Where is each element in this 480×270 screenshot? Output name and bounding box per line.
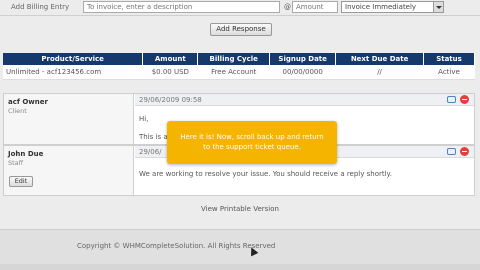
- reply-header: 29/06/2009 09:58: [135, 94, 474, 106]
- callout-line: to the support ticket queue.: [203, 143, 301, 151]
- products-table: Product/Service Amount Billing Cycle Sig…: [3, 53, 475, 80]
- reply-date: 29/06/: [139, 148, 162, 156]
- reply-author-name: acf Owner: [8, 98, 48, 106]
- billing-entry-bar: Add Billing Entry @ Invoice Immediately: [0, 0, 480, 16]
- callout-line: Here it is! Now, scroll back up and retu…: [180, 133, 324, 141]
- reply-line: This is a: [139, 133, 168, 141]
- view-printable-link[interactable]: View Printable Version: [0, 205, 480, 213]
- products-header-row: Product/Service Amount Billing Cycle Sig…: [3, 53, 475, 65]
- reply-author-role: Staff: [8, 159, 24, 167]
- reply-author-panel: acf Owner Client: [4, 94, 134, 144]
- quote-icon[interactable]: [447, 96, 456, 103]
- tutorial-callout: Here it is! Now, scroll back up and retu…: [167, 121, 337, 164]
- header-signup-date: Signup Date: [269, 53, 337, 65]
- header-product: Product/Service: [3, 53, 144, 65]
- cell-next-due-date: //: [335, 65, 424, 80]
- edit-button[interactable]: Edit: [9, 176, 33, 187]
- reply-line: We are working to resolve your issue. Yo…: [139, 170, 392, 178]
- delete-icon[interactable]: [460, 147, 469, 156]
- invoice-option-select[interactable]: Invoice Immediately: [341, 1, 444, 13]
- table-row[interactable]: Unlimited - acf123456.com $0.00 USD Free…: [3, 65, 475, 80]
- add-response-button[interactable]: Add Response: [210, 23, 272, 36]
- quote-icon[interactable]: [447, 148, 456, 155]
- invoice-option-value: Invoice Immediately: [345, 3, 417, 11]
- reply-author-name: John Due: [8, 150, 44, 158]
- copyright-text: Copyright © WHMCompleteSolution. All Rig…: [77, 242, 276, 250]
- cell-status: Active: [423, 65, 475, 80]
- header-billing-cycle: Billing Cycle: [197, 53, 271, 65]
- reply-date: 29/06/2009 09:58: [139, 96, 202, 104]
- header-amount: Amount: [142, 53, 199, 65]
- cell-product[interactable]: Unlimited - acf123456.com: [3, 65, 143, 80]
- ticket-page: Add Billing Entry @ Invoice Immediately …: [0, 0, 480, 270]
- header-next-due-date: Next Due Date: [335, 53, 424, 65]
- reply-author-role: Client: [8, 107, 27, 115]
- cell-amount: $0.00 USD: [142, 65, 198, 80]
- header-status: Status: [423, 53, 475, 65]
- status-bar: [0, 264, 480, 270]
- billing-description-input[interactable]: [83, 1, 280, 13]
- delete-icon[interactable]: [460, 95, 469, 104]
- reply-author-panel: John Due Staff Edit: [4, 146, 134, 195]
- cell-signup-date: 00/00/0000: [269, 65, 336, 80]
- cell-billing-cycle: Free Account: [197, 65, 270, 80]
- billing-amount-input[interactable]: [292, 1, 338, 13]
- chevron-down-icon: [433, 2, 443, 12]
- billing-entry-label: Add Billing Entry: [11, 3, 70, 11]
- reply-line: Hi,: [139, 115, 149, 123]
- at-sign: @: [284, 3, 291, 11]
